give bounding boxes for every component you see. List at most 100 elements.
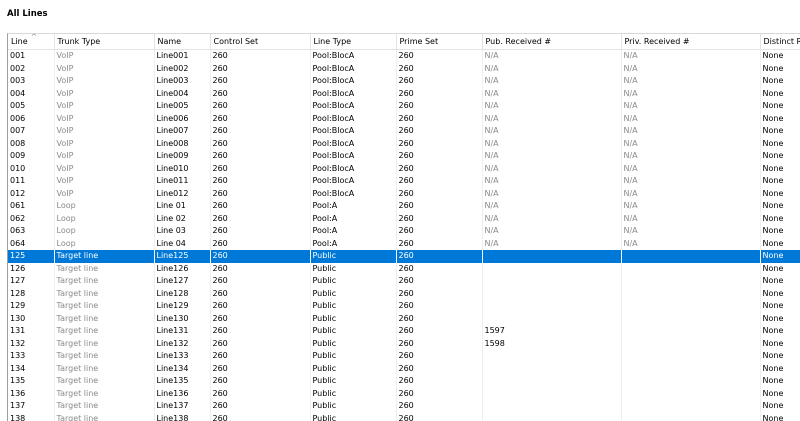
cell-name: Line132 [154,337,211,350]
cell-distinct: None [760,212,800,225]
cell-priv-received: N/A [621,75,761,88]
table-row[interactable]: 001 VoIP Line001 260 Pool:BlocA 260 N/A N/A None [8,49,800,63]
cell-trunk-type: VoIP [54,150,155,163]
cell-control-set: 260 [210,237,311,250]
cell-pub-received [482,375,622,388]
cell-line-type: Pool:BlocA [310,137,397,150]
cell-priv-received: N/A [621,125,761,138]
cell-line-type: Pool:BlocA [310,100,397,113]
cell-name: Line 01 [154,200,211,213]
table-row[interactable]: 137 Target line Line137 260 Public 260 None [8,400,800,413]
lines-table: ^ Line Trunk Type Name Control Set Line … [8,34,800,421]
lines-table-frame[interactable]: ^ Line Trunk Type Name Control Set Line … [7,33,800,421]
table-body: 001 VoIP Line001 260 Pool:BlocA 260 N/A N/A None… [8,49,800,421]
table-row[interactable]: 129 Target line Line129 260 Public 260 None [8,300,800,313]
cell-priv-received: N/A [621,137,761,150]
cell-control-set: 260 [210,300,311,313]
cell-trunk-type: Target line [54,350,155,363]
cell-trunk-type: Target line [54,375,155,388]
cell-pub-received: N/A [482,237,622,250]
cell-control-set: 260 [210,362,311,375]
cell-distinct: None [760,150,800,163]
cell-distinct: None [760,87,800,100]
cell-pub-received: N/A [482,175,622,188]
cell-control-set: 260 [210,49,311,63]
table-row[interactable]: 133 Target line Line133 260 Public 260 None [8,350,800,363]
table-row[interactable]: 131 Target line Line131 260 Public 260 1597 Non… [8,325,800,338]
column-header-distinct[interactable]: Distinct R [760,34,800,50]
cell-line: 008 [8,137,55,150]
cell-pub-received: N/A [482,100,622,113]
cell-name: Line008 [154,137,211,150]
cell-line: 129 [8,300,55,313]
table-row[interactable]: 007 VoIP Line007 260 Pool:BlocA 260 N/A N/A None [8,125,800,138]
table-row[interactable]: 135 Target line Line135 260 Public 260 None [8,375,800,388]
cell-line-type: Pool:BlocA [310,87,397,100]
table-row[interactable]: 011 VoIP Line011 260 Pool:BlocA 260 N/A N/A None [8,175,800,188]
table-row[interactable]: 062 Loop Line 02 260 Pool:A 260 N/A N/A None [8,212,800,225]
table-row[interactable]: 006 VoIP Line006 260 Pool:BlocA 260 N/A N/A None [8,112,800,125]
column-header-trunk-type[interactable]: Trunk Type [54,34,155,50]
cell-line: 132 [8,337,55,350]
column-header-priv-received[interactable]: Priv. Received # [621,34,761,50]
cell-control-set: 260 [210,75,311,88]
cell-prime-set: 260 [396,150,483,163]
cell-line-type: Public [310,250,397,263]
table-row[interactable]: 063 Loop Line 03 260 Pool:A 260 N/A N/A None [8,225,800,238]
cell-priv-received: N/A [621,49,761,63]
table-row[interactable]: 012 VoIP Line012 260 Pool:BlocA 260 N/A N/A None [8,187,800,200]
table-row[interactable]: 126 Target line Line126 260 Public 260 None [8,262,800,275]
cell-trunk-type: Target line [54,300,155,313]
cell-pub-received [482,412,622,421]
cell-prime-set: 260 [396,300,483,313]
table-row[interactable]: 134 Target line Line134 260 Public 260 None [8,362,800,375]
cell-trunk-type: VoIP [54,100,155,113]
column-header-line[interactable]: ^ Line [8,34,55,50]
column-header-pub-received[interactable]: Pub. Received # [482,34,622,50]
table-row[interactable]: 128 Target line Line128 260 Public 260 None [8,287,800,300]
cell-line: 062 [8,212,55,225]
table-row[interactable]: 009 VoIP Line009 260 Pool:BlocA 260 N/A N/A None [8,150,800,163]
cell-control-set: 260 [210,87,311,100]
cell-line-type: Pool:A [310,200,397,213]
cell-priv-received: N/A [621,112,761,125]
table-row[interactable]: 127 Target line Line127 260 Public 260 None [8,275,800,288]
table-row[interactable]: 130 Target line Line130 260 Public 260 None [8,312,800,325]
cell-prime-set: 260 [396,225,483,238]
cell-line: 007 [8,125,55,138]
cell-pub-received: N/A [482,200,622,213]
cell-distinct: None [760,237,800,250]
cell-control-set: 260 [210,375,311,388]
cell-line: 126 [8,262,55,275]
table-row[interactable]: 132 Target line Line132 260 Public 260 1598 Non… [8,337,800,350]
cell-distinct: None [760,325,800,338]
column-header-prime-set[interactable]: Prime Set [396,34,483,50]
cell-pub-received: N/A [482,49,622,63]
table-row[interactable]: 005 VoIP Line005 260 Pool:BlocA 260 N/A N/A None [8,100,800,113]
cell-pub-received: N/A [482,225,622,238]
cell-name: Line134 [154,362,211,375]
table-row[interactable]: 003 VoIP Line003 260 Pool:BlocA 260 N/A N/A None [8,75,800,88]
column-header-name[interactable]: Name [154,34,211,50]
cell-trunk-type: Target line [54,412,155,421]
cell-prime-set: 260 [396,75,483,88]
table-row[interactable]: 125 Target line Line125 260 Public 260 None [8,250,800,263]
cell-distinct: None [760,200,800,213]
table-row[interactable]: 061 Loop Line 01 260 Pool:A 260 N/A N/A None [8,200,800,213]
cell-name: Line010 [154,162,211,175]
table-row[interactable]: 010 VoIP Line010 260 Pool:BlocA 260 N/A N/A None [8,162,800,175]
column-header-line-type[interactable]: Line Type [310,34,397,50]
cell-trunk-type: Target line [54,262,155,275]
table-row[interactable]: 138 Target line Line138 260 Public 260 None [8,412,800,421]
cell-name: Line001 [154,49,211,63]
cell-prime-set: 260 [396,137,483,150]
cell-priv-received: N/A [621,62,761,75]
table-row[interactable]: 004 VoIP Line004 260 Pool:BlocA 260 N/A N/A None [8,87,800,100]
cell-control-set: 260 [210,100,311,113]
column-header-control-set[interactable]: Control Set [210,34,311,50]
table-row[interactable]: 064 Loop Line 04 260 Pool:A 260 N/A N/A None [8,237,800,250]
table-row[interactable]: 008 VoIP Line008 260 Pool:BlocA 260 N/A N/A None [8,137,800,150]
table-row[interactable]: 136 Target line Line136 260 Public 260 None [8,387,800,400]
cell-prime-set: 260 [396,275,483,288]
table-row[interactable]: 002 VoIP Line002 260 Pool:BlocA 260 N/A N/A None [8,62,800,75]
